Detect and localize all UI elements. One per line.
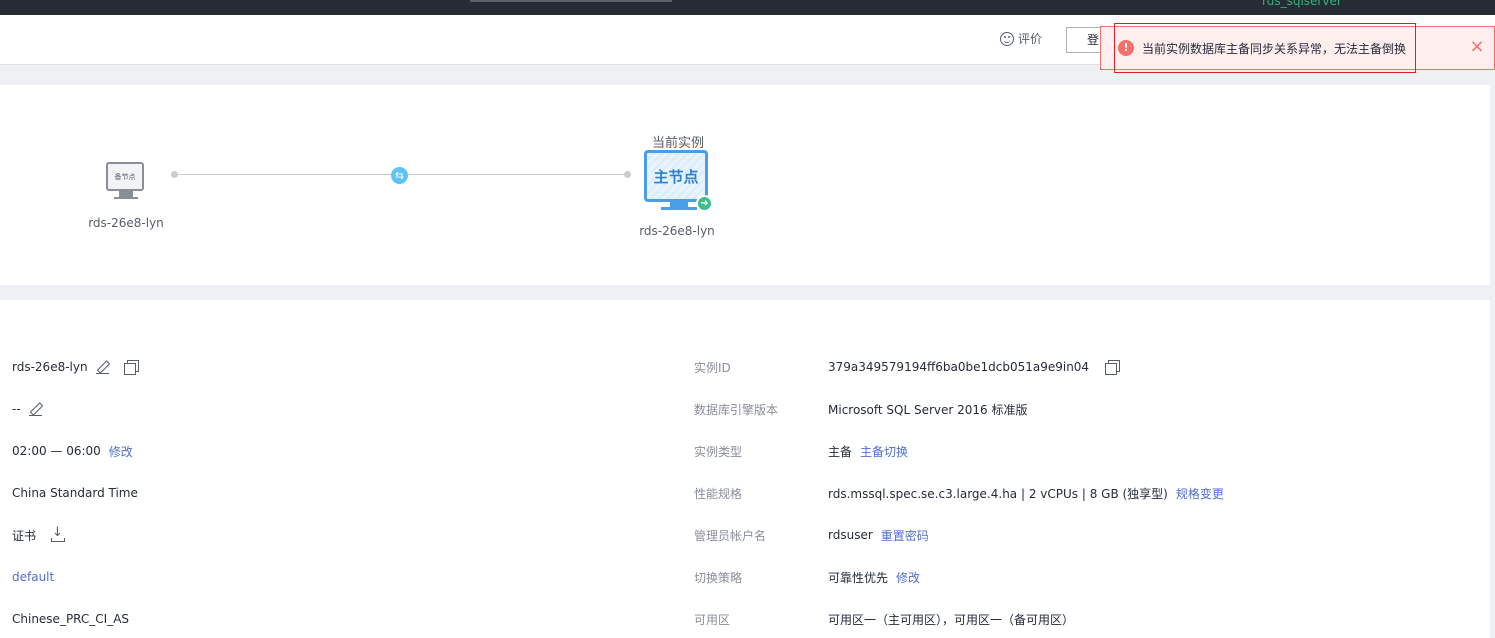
az-value: 可用区一（主可用区），可用区一（备可用区） bbox=[828, 612, 1075, 627]
replication-line-end-dot bbox=[624, 171, 631, 178]
maintenance-row: 02:00 — 06:00 修改 bbox=[12, 441, 133, 461]
param-group-row: default bbox=[12, 567, 54, 587]
edit-icon[interactable] bbox=[95, 360, 110, 374]
current-instance-label: 当前实例 bbox=[651, 136, 704, 151]
instance-id-label: 实例ID bbox=[694, 360, 731, 375]
sync-icon: ⇆ bbox=[391, 167, 408, 184]
reset-password-link[interactable]: 重置密码 bbox=[881, 527, 929, 544]
instance-type-label: 实例类型 bbox=[694, 444, 743, 459]
admin-label: 管理员帐户名 bbox=[694, 528, 767, 543]
switch-policy-label: 切换策略 bbox=[694, 570, 743, 585]
primary-node-icon[interactable]: 主节点 ➜ bbox=[644, 150, 714, 214]
instance-type-value: 主备 bbox=[828, 444, 853, 459]
admin-value: rdsuser bbox=[828, 528, 873, 542]
modify-switch-policy-link[interactable]: 修改 bbox=[896, 569, 920, 586]
standby-node-name: rds-26e8-lyn bbox=[88, 216, 164, 230]
primary-screen-text: 主节点 bbox=[653, 167, 699, 186]
instance-id-row: 379a349579194ff6ba0be1dcb051a9e9in04 bbox=[828, 357, 1121, 377]
remark-value: -- bbox=[12, 402, 21, 416]
remark-row: -- bbox=[12, 399, 43, 419]
edit-icon[interactable] bbox=[28, 402, 43, 416]
arrow-right-icon: ➜ bbox=[696, 195, 713, 212]
maintenance-window-value: 02:00 — 06:00 bbox=[12, 444, 101, 458]
replication-line-end-dot bbox=[171, 171, 178, 178]
top-instance-label: rds_sqlserver bbox=[1262, 0, 1342, 8]
top-navbar: rds_sqlserver bbox=[0, 0, 1495, 15]
copy-icon[interactable] bbox=[123, 360, 139, 375]
instance-type-row: 主备 主备切换 bbox=[828, 441, 908, 461]
monitor-icon: 主节点 bbox=[644, 150, 708, 202]
close-icon[interactable]: × bbox=[1468, 38, 1486, 56]
engine-label: 数据库引擎版本 bbox=[694, 402, 779, 417]
spec-value: rds.mssql.spec.se.c3.large.4.ha | 2 vCPU… bbox=[828, 486, 1168, 501]
admin-row: rdsuser 重置密码 bbox=[828, 525, 929, 545]
standby-screen-text: 备节点 bbox=[114, 172, 136, 181]
annotation-highlight-box bbox=[1114, 23, 1416, 73]
rate-link[interactable]: 评价 bbox=[1000, 30, 1042, 47]
instance-name-value: rds-26e8-lyn bbox=[12, 360, 88, 374]
spec-label: 性能规格 bbox=[694, 486, 743, 501]
modify-maintenance-link[interactable]: 修改 bbox=[109, 443, 133, 460]
spec-row: rds.mssql.spec.se.c3.large.4.ha | 2 vCPU… bbox=[828, 483, 1224, 503]
engine-value: Microsoft SQL Server 2016 标准版 bbox=[828, 402, 1028, 417]
switchover-link[interactable]: 主备切换 bbox=[860, 443, 908, 460]
download-icon[interactable] bbox=[50, 525, 66, 542]
timezone-row: China Standard Time bbox=[12, 483, 138, 503]
smile-icon bbox=[1000, 31, 1014, 46]
copy-icon[interactable] bbox=[1105, 360, 1121, 375]
instance-info-panel bbox=[0, 300, 1490, 638]
monitor-icon: 备节点 bbox=[106, 162, 144, 191]
ssl-value: 证书 bbox=[12, 528, 37, 543]
switch-policy-value: 可靠性优先 bbox=[828, 570, 889, 585]
timezone-value: China Standard Time bbox=[12, 486, 138, 500]
instance-name-row: rds-26e8-lyn bbox=[12, 357, 139, 377]
switch-policy-row: 可靠性优先 修改 bbox=[828, 567, 920, 587]
collation-row: Chinese_PRC_CI_AS bbox=[12, 609, 129, 629]
primary-node-name: rds-26e8-lyn bbox=[639, 224, 715, 238]
global-search-box[interactable] bbox=[470, 0, 672, 2]
collation-value: Chinese_PRC_CI_AS bbox=[12, 612, 130, 626]
standby-node-icon[interactable]: 备节点 bbox=[106, 162, 146, 200]
topology-panel bbox=[0, 85, 1490, 285]
param-group-link[interactable]: default bbox=[12, 570, 54, 584]
ssl-row: 证书 bbox=[12, 525, 66, 545]
rate-label: 评价 bbox=[1018, 32, 1043, 46]
az-label: 可用区 bbox=[694, 612, 731, 627]
monitor-base bbox=[661, 207, 697, 210]
monitor-base bbox=[114, 197, 138, 199]
instance-id-value: 379a349579194ff6ba0be1dcb051a9e9in04 bbox=[828, 360, 1090, 374]
change-spec-link[interactable]: 规格变更 bbox=[1176, 485, 1224, 502]
